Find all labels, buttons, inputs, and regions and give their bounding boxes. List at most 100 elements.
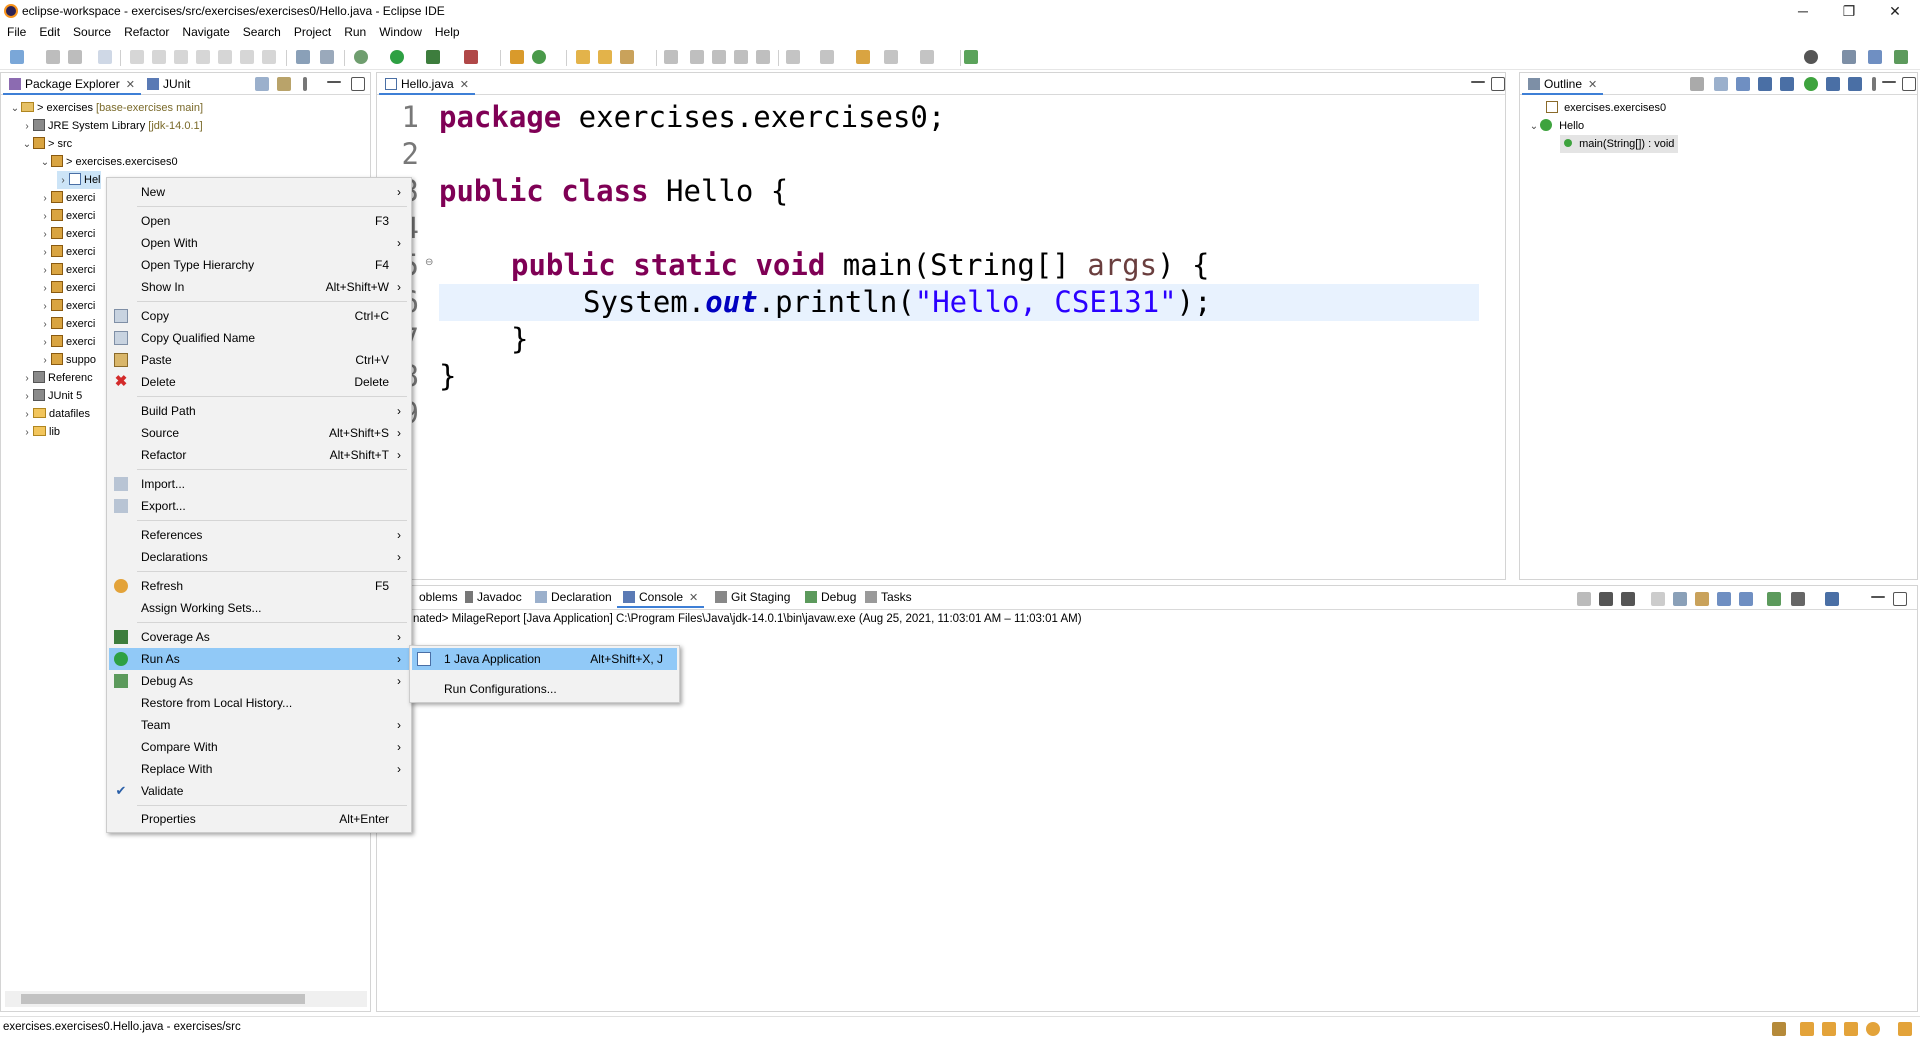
menu-item-copy[interactable]: Copy Ctrl+C [109,305,409,327]
menu-item-restore-local-history[interactable]: Restore from Local History... [109,692,409,714]
tab-package-explorer[interactable]: Package Explorer ✕ [3,73,141,95]
menu-source[interactable]: Source [66,22,117,39]
menu-item-coverage-as[interactable]: Coverage As › [109,626,409,648]
menu-item-validate[interactable]: ✔ Validate [109,780,409,802]
close-icon[interactable]: ✕ [1588,79,1597,91]
code-line-6[interactable]: System.out.println("Hello, CSE131"); [583,284,1212,321]
menu-window[interactable]: Window [372,22,428,39]
tab-console[interactable]: Console ✕ [617,586,705,608]
tab-hello-java[interactable]: Hello.java ✕ [379,73,475,95]
next-annotation-icon[interactable] [786,50,800,64]
disconnect-icon[interactable] [196,50,210,64]
pin-editor-icon[interactable] [964,50,978,64]
close-icon[interactable]: ✕ [460,79,469,91]
menu-item-import[interactable]: Import... [109,473,409,495]
toggle-annotation-icon[interactable] [664,50,678,64]
menu-item-delete[interactable]: ✖ Delete Delete [109,371,409,393]
menu-item-source[interactable]: Source Alt+Shift+S › [109,422,409,444]
code-line-7[interactable]: } [511,321,528,358]
filter-icon[interactable] [1690,77,1704,91]
horizontal-scrollbar[interactable] [5,991,367,1007]
step-over-icon[interactable] [240,50,254,64]
scrollbar-thumb[interactable] [21,994,305,1004]
tab-tasks[interactable]: Tasks [859,586,918,608]
menu-item-copy-qualified-name[interactable]: Copy Qualified Name [109,327,409,349]
link-icon[interactable] [1848,77,1862,91]
tab-outline[interactable]: Outline ✕ [1522,73,1604,95]
tree-item[interactable]: › exerci [39,207,95,225]
show-whitespace-icon[interactable] [734,50,748,64]
view-menu-icon[interactable] [303,77,307,91]
tab-javadoc[interactable]: Javadoc [459,586,528,608]
collapse-all-icon[interactable] [1714,77,1728,91]
previous-annotation-icon[interactable] [820,50,834,64]
menu-search[interactable]: Search [236,22,287,39]
fold-collapse-icon[interactable]: ⊖ [425,257,433,268]
tab-junit[interactable]: JUnit [141,73,196,95]
menu-item-replace-with[interactable]: Replace With › [109,758,409,780]
tree-item[interactable]: › exerci [39,243,95,261]
minimize-view-icon[interactable] [1471,81,1485,83]
open-perspective-icon[interactable] [1842,50,1856,64]
new-java-project-icon[interactable] [510,50,524,64]
tree-item[interactable]: › exerci [39,279,95,297]
menu-item-refresh[interactable]: Refresh F5 [109,575,409,597]
open-type-icon[interactable] [576,50,590,64]
minimize-button[interactable]: ─ [1780,0,1826,22]
menu-item-refactor[interactable]: Refactor Alt+Shift+T › [109,444,409,466]
tree-item[interactable]: › suppo [39,351,96,369]
clear-console-icon[interactable] [1651,592,1665,606]
new-icon[interactable] [10,50,24,64]
menu-project[interactable]: Project [287,22,337,39]
menu-item-show-in[interactable]: Show In Alt+Shift+W › [109,276,409,298]
hide-static-icon[interactable] [1780,77,1794,91]
code-line-1[interactable]: package exercises.exercises0; [439,99,945,136]
link-with-editor-icon[interactable] [277,77,291,91]
tree-item[interactable]: › exerci [39,225,95,243]
step-return-icon[interactable] [262,50,276,64]
tab-debug[interactable]: Debug [799,586,862,608]
minimize-view-icon[interactable] [327,81,341,83]
menu-item-open[interactable]: Open F3 [109,210,409,232]
scroll-lock-icon[interactable] [1673,592,1687,606]
tab-problems[interactable]: oblems [413,586,464,608]
maximize-view-icon[interactable] [1491,77,1505,91]
debug-perspective-icon[interactable] [1894,50,1908,64]
menu-help[interactable]: Help [428,22,466,39]
tab-declaration[interactable]: Declaration [529,586,618,608]
menu-run[interactable]: Run [337,22,372,39]
git-sync-icon[interactable] [1772,1022,1786,1036]
tree-item-junit5[interactable]: › JUnit 5 [21,387,82,405]
menu-item-paste[interactable]: Paste Ctrl+V [109,349,409,371]
terminate-icon[interactable] [1577,592,1591,606]
menu-refactor[interactable]: Refactor [117,22,175,39]
vertical-scrollbar[interactable] [1897,628,1911,996]
toggle-mark-occurrences-icon[interactable] [690,50,704,64]
tree-item-project[interactable]: ⌄ > exercises [base-exercises main] [9,99,203,117]
minimize-view-icon[interactable] [1871,596,1885,598]
tree-item[interactable]: › exerci [39,315,95,333]
maximize-view-icon[interactable] [1902,77,1916,91]
save-all-icon[interactable] [68,50,82,64]
search-tool-icon[interactable] [620,50,634,64]
show-stdout-icon[interactable] [1717,592,1731,606]
close-icon[interactable]: ✕ [126,79,135,91]
step-into-icon[interactable] [218,50,232,64]
outline-item-method[interactable]: main(String[]) : void [1560,135,1679,153]
suspend-icon[interactable] [152,50,166,64]
menu-item-run-configurations[interactable]: Run Configurations... [412,678,677,700]
last-edit-location-icon[interactable] [856,50,870,64]
menu-item-compare-with[interactable]: Compare With › [109,736,409,758]
hide-fields-icon[interactable] [1758,77,1772,91]
outline-item-class[interactable]: ⌄ Hello [1528,117,1584,135]
maximize-button[interactable]: ❐ [1826,0,1872,22]
menu-item-export[interactable]: Export... [109,495,409,517]
java-perspective-icon[interactable] [1868,50,1882,64]
terminate-icon[interactable] [174,50,188,64]
minimize-view-icon[interactable] [1882,81,1896,83]
open-console-icon[interactable] [1825,592,1839,606]
tree-item-lib[interactable]: › lib [21,423,60,441]
menu-navigate[interactable]: Navigate [175,22,235,39]
menu-file[interactable]: File [0,22,32,39]
tree-item-jre[interactable]: › JRE System Library [jdk-14.0.1] [21,117,203,135]
